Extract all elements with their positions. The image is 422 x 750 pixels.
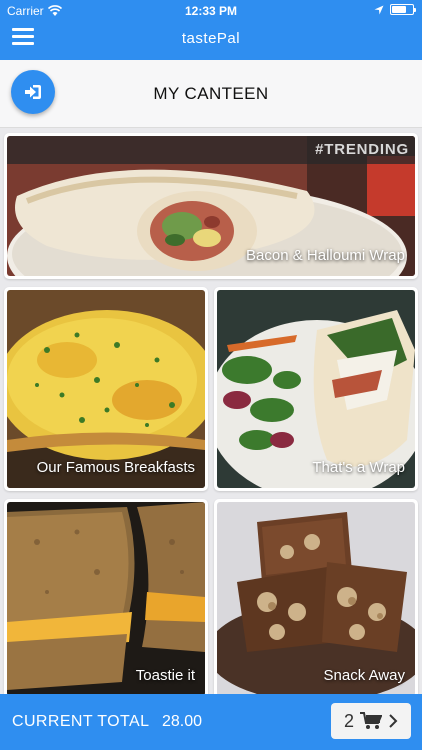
category-tile-breakfasts[interactable]: Our Famous Breakfasts [4, 287, 208, 491]
location-icon [374, 5, 384, 14]
status-bar: Carrier 12:33 PM [0, 0, 422, 22]
page-title: MY CANTEEN [153, 84, 269, 103]
cart-icon [360, 712, 382, 729]
status-right [374, 4, 416, 15]
app-title: tastePal [181, 30, 241, 47]
chevron-right-icon [389, 714, 398, 728]
tile-label: That's a Wrap [312, 459, 405, 476]
tile-image: Snack Away [217, 502, 415, 696]
tile-image: Toastie it [7, 502, 205, 696]
category-tile-toasties[interactable]: Toastie it [4, 499, 208, 699]
bottom-bar: CURRENT TOTAL 28.00 2 [0, 694, 422, 750]
total-value: 28.00 [162, 713, 203, 730]
trending-tag: #TRENDING [315, 141, 409, 158]
category-tile-snacks[interactable]: Snack Away [214, 499, 418, 699]
tile-image: Our Famous Breakfasts [7, 290, 205, 488]
tile-label: Our Famous Breakfasts [36, 459, 195, 476]
page-header: MY CANTEEN [0, 60, 422, 128]
battery-icon [390, 4, 416, 15]
featured-image: #TRENDING Bacon & Halloumi Wrap [7, 136, 415, 276]
tile-image: That's a Wrap [217, 290, 415, 488]
cart-button[interactable]: 2 [331, 703, 411, 739]
featured-tile[interactable]: #TRENDING Bacon & Halloumi Wrap [4, 133, 418, 279]
trending-bar: #TRENDING [7, 136, 415, 164]
category-tile-wraps[interactable]: That's a Wrap [214, 287, 418, 491]
top-bar: Carrier 12:33 PM tastePal [0, 0, 422, 60]
tile-label: Bacon & Halloumi Wrap [246, 247, 405, 264]
status-time: 12:33 PM [184, 4, 238, 18]
tile-label: Toastie it [135, 667, 195, 684]
total-label: CURRENT TOTAL [12, 713, 150, 730]
cart-count: 2 [343, 710, 354, 731]
tile-label: Snack Away [323, 667, 405, 684]
